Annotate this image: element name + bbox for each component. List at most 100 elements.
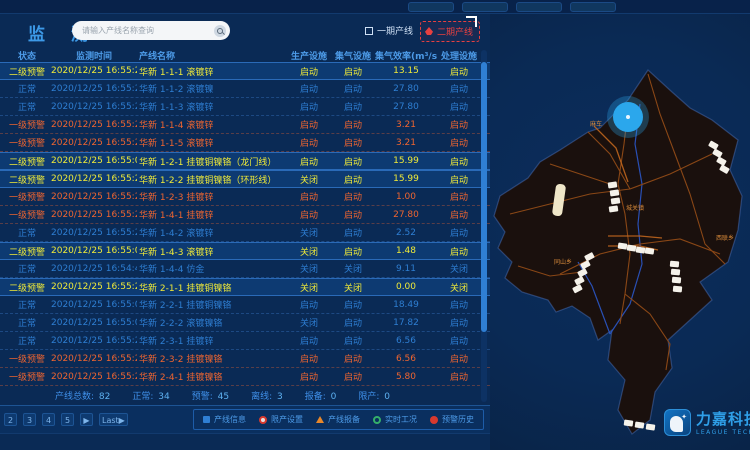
alert-bubble-marker[interactable] xyxy=(607,96,649,138)
cell-status: 一级预警 xyxy=(3,136,51,149)
table-row[interactable]: 正常2020/12/25 16:55:24华新 1-1-3 滚镀锌启动启动27.… xyxy=(0,98,490,116)
column-header[interactable]: 集气设施 xyxy=(331,49,375,62)
cell-line-name: 华新 2-4-1 挂镀镍铬 xyxy=(137,370,287,383)
table-row[interactable]: 二级预警2020/12/25 16:55:04华新 1-2-1 挂镀铜镍铬（龙门… xyxy=(0,152,490,170)
cell-gas-collection: 启动 xyxy=(331,155,375,168)
cell-gas-efficiency: 27.80 xyxy=(375,84,437,94)
phase1-checkbox[interactable]: 一期产线 xyxy=(365,24,413,37)
cell-line-name: 华新 1-4-3 滚镀锌 xyxy=(137,245,287,258)
cell-gas-efficiency: 3.21 xyxy=(375,120,437,130)
page-button[interactable]: 4 xyxy=(42,413,55,426)
cell-production-facility: 启动 xyxy=(287,352,331,365)
cell-line-name: 华新 1-1-1 滚镀锌 xyxy=(137,65,287,78)
table-header-row: 状态监测时间产线名称生产设施集气设施集气效率(m³/s)处理设施 xyxy=(0,48,490,62)
page-button[interactable]: 2 xyxy=(4,413,17,426)
cell-status: 正常 xyxy=(3,316,51,329)
cell-gas-efficiency: 1.48 xyxy=(375,246,437,256)
table-row[interactable]: 正常2020/12/25 16:55:04华新 2-2-2 滚镀镍铬关闭启动17… xyxy=(0,314,490,332)
cell-gas-efficiency: 2.52 xyxy=(375,228,437,238)
cell-gas-efficiency: 13.15 xyxy=(375,66,437,76)
legend-item-gauge[interactable]: 实时工况 xyxy=(373,414,417,425)
table-row[interactable]: 正常2020/12/25 16:55:04华新 2-2-1 挂镀铜镍铬启动启动1… xyxy=(0,296,490,314)
cell-line-name: 华新 1-2-3 挂镀锌 xyxy=(137,190,287,203)
table-row[interactable]: 一级预警2020/12/25 16:55:24华新 2-3-2 挂镀镍铬启动启动… xyxy=(0,350,490,368)
search-icon[interactable] xyxy=(214,25,226,37)
cell-production-facility: 启动 xyxy=(287,65,331,78)
cell-production-facility: 关闭 xyxy=(287,245,331,258)
cell-line-name: 华新 1-2-2 挂镀铜镍铬（环形线） xyxy=(137,173,287,186)
cell-treatment-facility: 启动 xyxy=(437,65,481,78)
cell-status: 一级预警 xyxy=(3,370,51,383)
legend-item-dot-red[interactable]: 预警历史 xyxy=(430,414,474,425)
table-row[interactable]: 正常2020/12/25 16:55:24华新 1-4-2 滚镀锌关闭启动2.5… xyxy=(0,224,490,242)
cell-line-name: 华新 1-4-1 挂镀锌 xyxy=(137,208,287,221)
table-row[interactable]: 一级预警2020/12/25 16:55:24华新 1-2-3 挂镀锌启动启动1… xyxy=(0,188,490,206)
alert-flame-icon xyxy=(425,27,433,35)
table-row[interactable]: 一级预警2020/12/25 16:55:24华新 1-1-5 滚镀锌启动启动3… xyxy=(0,134,490,152)
table-row[interactable]: 一级预警2020/12/25 16:55:24华新 1-1-4 滚镀锌启动启动3… xyxy=(0,116,490,134)
city-map[interactable]: 麻车 城关镇 同山乡 西联乡 xyxy=(490,14,750,450)
page-button[interactable]: ▶ xyxy=(80,413,93,426)
window-top-strip xyxy=(0,0,750,14)
top-chip xyxy=(462,2,508,12)
cell-gas-collection: 启动 xyxy=(331,100,375,113)
legend-item-square[interactable]: 产线信息 xyxy=(203,414,246,425)
table-row[interactable]: 二级预警2020/12/25 16:55:04华新 1-4-3 滚镀锌关闭启动1… xyxy=(0,242,490,260)
page-button[interactable]: 3 xyxy=(23,413,36,426)
pagination: 2345 ▶ Last▶ xyxy=(4,413,128,426)
search-input[interactable] xyxy=(82,26,214,35)
top-chip xyxy=(570,2,616,12)
table-row[interactable]: 二级预警2020/12/25 16:55:24华新 1-2-2 挂镀铜镍铬（环形… xyxy=(0,170,490,188)
legend-item-circle-red[interactable]: 限产设置 xyxy=(259,414,303,425)
table-row[interactable]: 正常2020/12/25 16:55:24华新 1-1-2 滚镀镍启动启动27.… xyxy=(0,80,490,98)
cell-status: 一级预警 xyxy=(3,118,51,131)
cell-line-name: 华新 1-1-4 滚镀锌 xyxy=(137,118,287,131)
cell-production-facility: 启动 xyxy=(287,100,331,113)
cell-treatment-facility: 启动 xyxy=(437,316,481,329)
cell-status: 一级预警 xyxy=(3,208,51,221)
cell-treatment-facility: 启动 xyxy=(437,352,481,365)
search-box[interactable] xyxy=(72,21,230,40)
scrollbar-thumb[interactable] xyxy=(481,62,487,332)
table-row[interactable]: 二级预警2020/12/25 16:55:24华新 1-1-1 滚镀锌启动启动1… xyxy=(0,62,490,80)
summary-item: 产线总数: 82 xyxy=(55,389,110,402)
cell-production-facility: 关闭 xyxy=(287,226,331,239)
cell-treatment-facility: 关闭 xyxy=(437,262,481,275)
table-row[interactable]: 正常2020/12/25 16:55:24华新 2-3-1 挂镀锌启动启动6.5… xyxy=(0,332,490,350)
cell-production-facility: 启动 xyxy=(287,334,331,347)
cell-gas-collection: 启动 xyxy=(331,334,375,347)
column-header[interactable]: 产线名称 xyxy=(137,49,287,62)
column-header[interactable]: 状态 xyxy=(3,49,51,62)
cell-treatment-facility: 启动 xyxy=(437,136,481,149)
table-row[interactable]: 一级预警2020/12/25 16:55:24华新 1-4-1 挂镀锌启动启动2… xyxy=(0,206,490,224)
table-row[interactable]: 正常2020/12/25 16:54:44华新 1-4-4 仿金关闭关闭9.11… xyxy=(0,260,490,278)
cell-gas-efficiency: 1.00 xyxy=(375,192,437,202)
cell-gas-efficiency: 6.56 xyxy=(375,354,437,364)
table-row[interactable]: 二级预警2020/12/25 16:55:24华新 2-1-1 挂镀铜镍铬关闭关… xyxy=(0,278,490,296)
checkbox-icon[interactable] xyxy=(365,27,373,35)
table-row[interactable]: 一级预警2020/12/25 16:55:24华新 2-4-1 挂镀镍铬启动启动… xyxy=(0,368,490,386)
cell-time: 2020/12/25 16:55:24 xyxy=(51,174,137,184)
page-button[interactable]: Last▶ xyxy=(99,413,128,426)
cell-treatment-facility: 启动 xyxy=(437,118,481,131)
cell-time: 2020/12/25 16:55:24 xyxy=(51,336,137,346)
cell-time: 2020/12/25 16:55:04 xyxy=(51,318,137,328)
cell-treatment-facility: 启动 xyxy=(437,155,481,168)
legend-item-triangle[interactable]: 产线报备 xyxy=(316,414,360,425)
cell-gas-collection: 启动 xyxy=(331,245,375,258)
cell-gas-collection: 启动 xyxy=(331,352,375,365)
column-header[interactable]: 监测时间 xyxy=(51,49,137,62)
footer-bar: 2345 ▶ Last▶ 产线信息 限产设置 产线报备 实时工况 预警历史 xyxy=(0,405,490,434)
gauge-icon xyxy=(373,416,381,424)
cell-treatment-facility: 启动 xyxy=(437,173,481,186)
cell-gas-collection: 启动 xyxy=(331,136,375,149)
column-header[interactable]: 生产设施 xyxy=(287,49,331,62)
page-button[interactable]: 5 xyxy=(61,413,74,426)
summary-item: 限产: 0 xyxy=(358,389,390,402)
cell-time: 2020/12/25 16:55:04 xyxy=(51,246,137,256)
cell-status: 正常 xyxy=(3,226,51,239)
column-header[interactable]: 集气效率(m³/s) xyxy=(375,49,437,62)
cell-treatment-facility: 启动 xyxy=(437,245,481,258)
table-scrollbar[interactable] xyxy=(481,50,487,402)
column-header[interactable]: 处理设施 xyxy=(437,49,481,62)
